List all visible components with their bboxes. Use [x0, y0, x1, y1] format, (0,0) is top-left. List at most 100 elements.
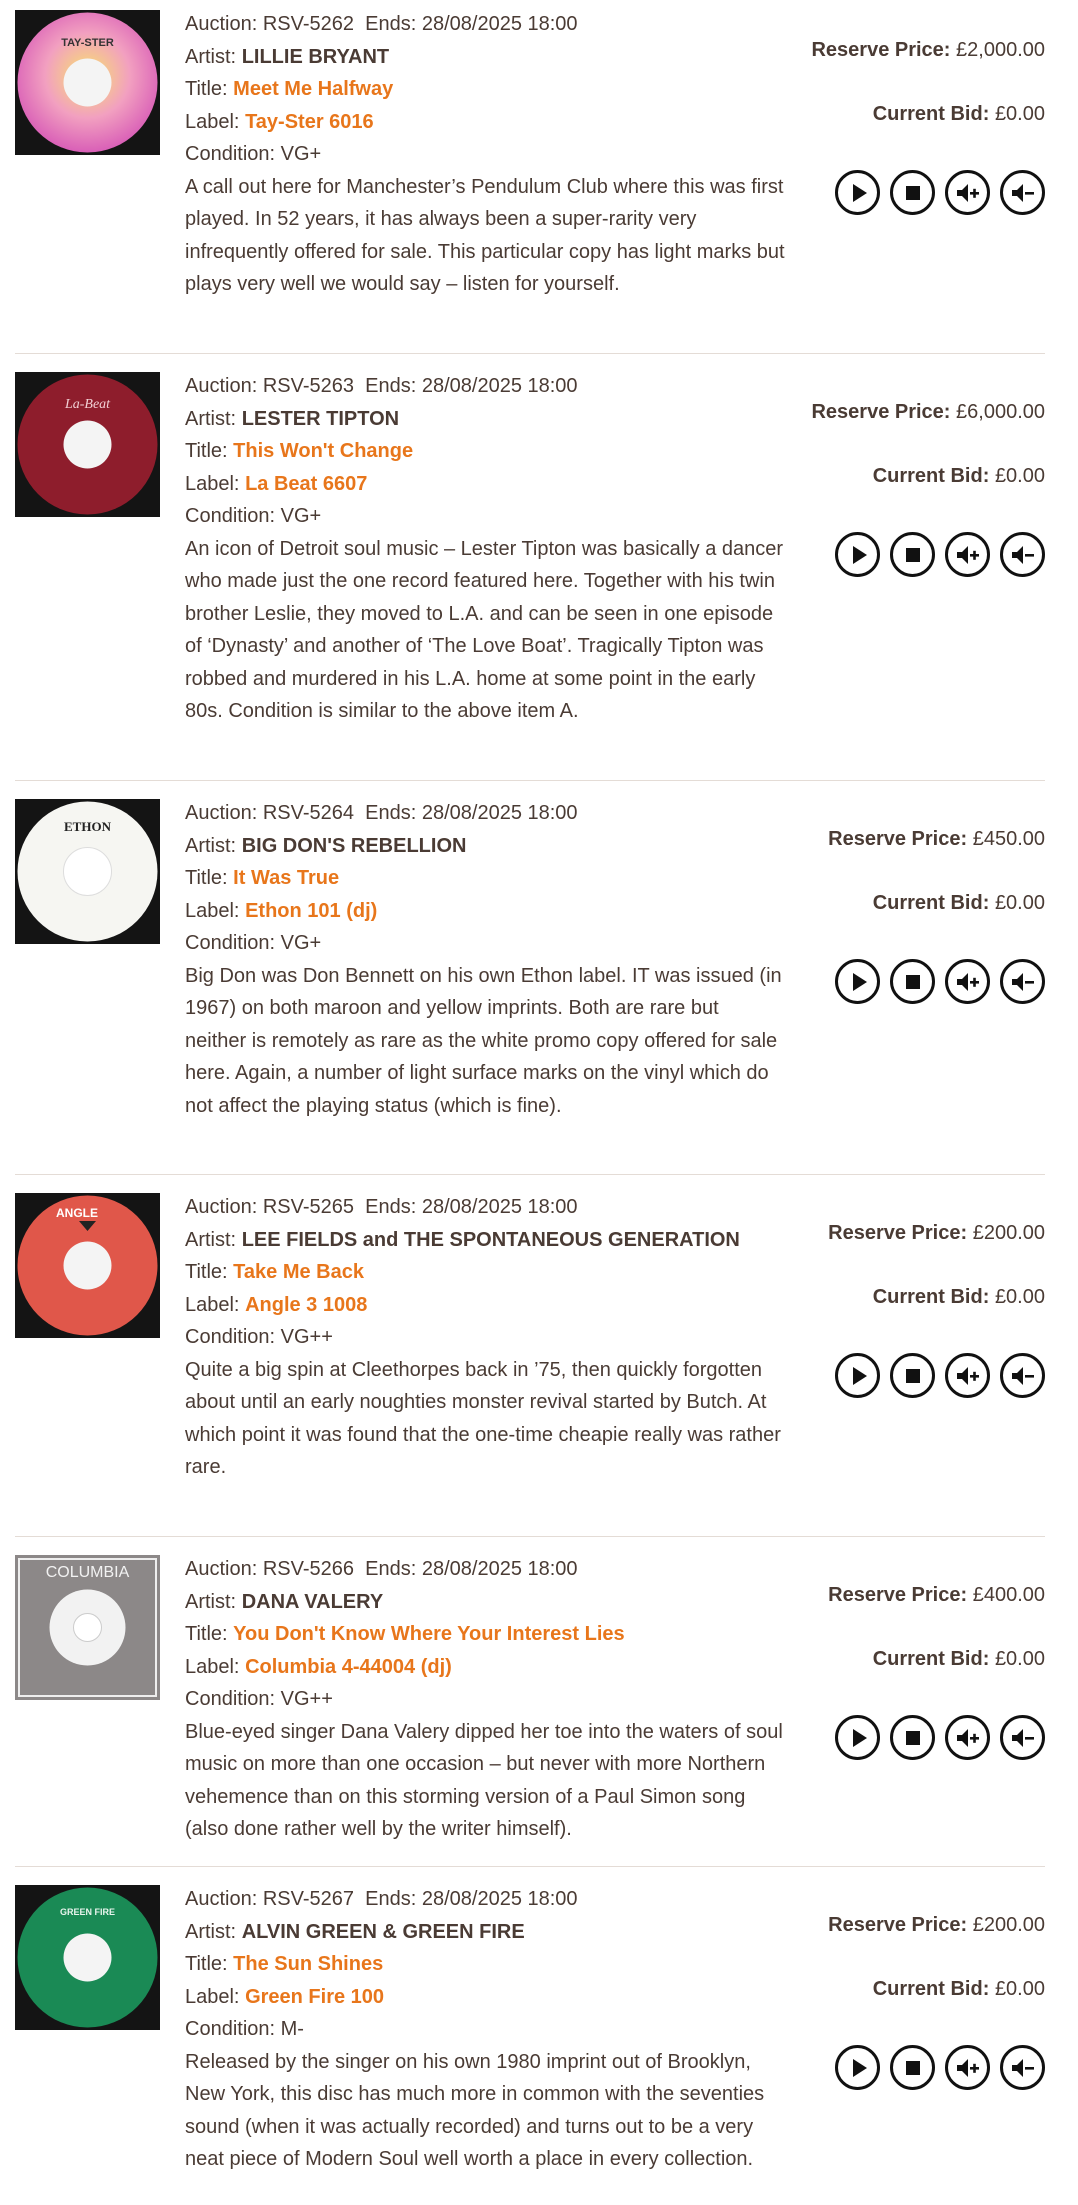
stop-button[interactable] [890, 532, 935, 577]
condition-line: Condition: VG+ [185, 143, 322, 165]
record-title: It Was True [233, 867, 340, 889]
record-thumbnail[interactable]: GREEN FIRE [15, 1885, 160, 2030]
price-block: Reserve Price: £200.00 Current Bid: £0.0… [745, 1217, 1045, 1313]
record-title: You Don't Know Where Your Interest Lies [233, 1623, 625, 1645]
auction-ends: 28/08/2025 18:00 [421, 1558, 578, 1580]
artist-line: Artist: LILLIE BRYANT [185, 45, 390, 68]
stop-icon [905, 974, 920, 989]
play-icon [852, 1728, 867, 1747]
title-line: Title: You Don't Know Where Your Interes… [185, 1623, 625, 1645]
play-button[interactable] [835, 1715, 880, 1760]
volume-up-button[interactable] [945, 1353, 990, 1398]
record-thumbnail[interactable]: COLUMBIA [15, 1555, 160, 1700]
volume-down-button[interactable] [1000, 959, 1045, 1004]
volume-up-icon [956, 2058, 979, 2077]
volume-down-button[interactable] [1000, 2045, 1045, 2090]
record-label-text: ANGLE [56, 1206, 98, 1220]
current-bid: Current Bid: £0.00 [872, 1286, 1045, 1308]
item-details: Auction: RSV-5263 Ends: 28/08/2025 18:00… [185, 370, 785, 728]
play-button[interactable] [835, 2045, 880, 2090]
current-bid: Current Bid: £0.00 [872, 892, 1045, 914]
price-block: Reserve Price: £2,000.00 Current Bid: £0… [745, 34, 1045, 130]
volume-down-button[interactable] [1000, 1715, 1045, 1760]
volume-down-button[interactable] [1000, 532, 1045, 577]
artist-line: Artist: BIG DON'S REBELLION [185, 834, 467, 857]
audio-controls [835, 1715, 1045, 1761]
artist-name: LILLIE BRYANT [241, 45, 390, 68]
artist-name: LEE FIELDS and THE SPONTANEOUS GENERATIO… [241, 1228, 740, 1251]
auction-item: COLUMBIA Auction: RSV-5266 Ends: 28/08/2… [15, 1553, 1045, 1863]
stop-button[interactable] [890, 170, 935, 215]
record-label: La Beat 6607 [245, 472, 368, 495]
auction-item: ETHON Auction: RSV-5264 Ends: 28/08/2025… [15, 797, 1045, 1170]
stop-icon [905, 185, 920, 200]
item-description: An icon of Detroit soul music – Lester T… [185, 537, 784, 723]
volume-up-button[interactable] [945, 959, 990, 1004]
auction-line: Auction: RSV-5262 Ends: 28/08/2025 18:00 [185, 13, 578, 35]
volume-up-button[interactable] [945, 1715, 990, 1760]
item-details: Auction: RSV-5262 Ends: 28/08/2025 18:00… [185, 8, 785, 301]
auction-line: Auction: RSV-5267 Ends: 28/08/2025 18:00 [185, 1888, 578, 1910]
reserve-price: Reserve Price: £400.00 [828, 1584, 1045, 1606]
volume-down-icon [1011, 1728, 1034, 1747]
audio-controls [835, 2045, 1045, 2091]
stop-button[interactable] [890, 1353, 935, 1398]
audio-controls [835, 1353, 1045, 1399]
auction-list: TAY-STER Auction: RSV-5262 Ends: 28/08/2… [0, 0, 1078, 2205]
current-bid: Current Bid: £0.00 [872, 1648, 1045, 1670]
auction-item: ANGLE Auction: RSV-5265 Ends: 28/08/2025… [15, 1191, 1045, 1531]
stop-icon [905, 2060, 920, 2075]
audio-controls [835, 170, 1045, 216]
label-line: Label: Columbia 4-44004 (dj) [185, 1655, 452, 1678]
auction-ends: 28/08/2025 18:00 [421, 802, 578, 824]
record-title: Meet Me Halfway [233, 78, 394, 100]
condition-line: Condition: VG+ [185, 932, 322, 954]
auction-id: RSV-5264 [262, 802, 354, 824]
volume-up-button[interactable] [945, 532, 990, 577]
stop-button[interactable] [890, 1715, 935, 1760]
condition-value: M- [280, 2018, 304, 2040]
condition-value: VG+ [280, 932, 322, 954]
auction-item: GREEN FIRE Auction: RSV-5267 Ends: 28/08… [15, 1883, 1045, 2203]
condition-line: Condition: M- [185, 2018, 304, 2040]
record-thumbnail[interactable]: TAY-STER [15, 10, 160, 155]
artist-line: Artist: DANA VALERY [185, 1590, 384, 1613]
reserve-price: Reserve Price: £2,000.00 [811, 39, 1045, 61]
record-label: Ethon 101 (dj) [245, 899, 378, 922]
volume-up-button[interactable] [945, 170, 990, 215]
label-line: Label: Green Fire 100 [185, 1985, 385, 2008]
play-button[interactable] [835, 170, 880, 215]
label-line: Label: Tay-Ster 6016 [185, 110, 374, 133]
record-label-text: COLUMBIA [46, 1564, 130, 1581]
auction-item: La-Beat Auction: RSV-5263 Ends: 28/08/20… [15, 370, 1045, 775]
play-button[interactable] [835, 532, 880, 577]
item-details: Auction: RSV-5266 Ends: 28/08/2025 18:00… [185, 1553, 785, 1846]
condition-line: Condition: VG++ [185, 1688, 333, 1710]
item-divider [15, 353, 1045, 354]
item-details: Auction: RSV-5267 Ends: 28/08/2025 18:00… [185, 1883, 785, 2176]
auction-line: Auction: RSV-5265 Ends: 28/08/2025 18:00 [185, 1196, 578, 1218]
stop-button[interactable] [890, 959, 935, 1004]
volume-down-icon [1011, 972, 1034, 991]
auction-line: Auction: RSV-5264 Ends: 28/08/2025 18:00 [185, 802, 578, 824]
record-label-text: GREEN FIRE [60, 1907, 115, 1917]
record-thumbnail[interactable]: ANGLE [15, 1193, 160, 1338]
auction-line: Auction: RSV-5263 Ends: 28/08/2025 18:00 [185, 375, 578, 397]
condition-value: VG++ [280, 1326, 333, 1348]
volume-up-button[interactable] [945, 2045, 990, 2090]
item-description: A call out here for Manchester’s Pendulu… [185, 175, 785, 296]
play-icon [852, 972, 867, 991]
play-button[interactable] [835, 959, 880, 1004]
record-thumbnail[interactable]: ETHON [15, 799, 160, 944]
volume-up-icon [956, 1728, 979, 1747]
condition-value: VG++ [280, 1688, 333, 1710]
stop-icon [905, 547, 920, 562]
play-button[interactable] [835, 1353, 880, 1398]
stop-button[interactable] [890, 2045, 935, 2090]
play-icon [852, 183, 867, 202]
record-thumbnail[interactable]: La-Beat [15, 372, 160, 517]
condition-value: VG+ [280, 143, 322, 165]
volume-down-button[interactable] [1000, 170, 1045, 215]
volume-down-button[interactable] [1000, 1353, 1045, 1398]
item-description: Blue-eyed singer Dana Valery dipped her … [185, 1720, 783, 1841]
